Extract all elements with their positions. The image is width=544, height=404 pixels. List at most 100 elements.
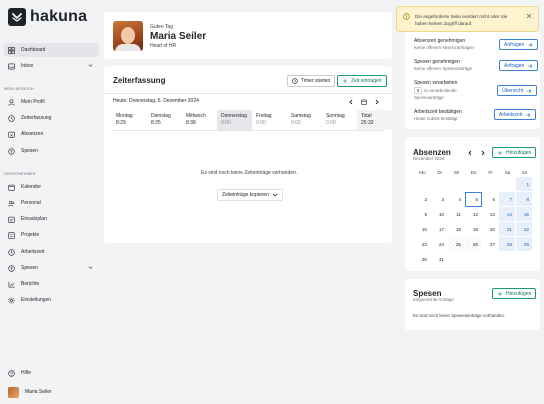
zeit-eintragen-button[interactable]: Zeit eintragen <box>337 75 387 87</box>
arbeitszeit-button[interactable]: Arbeitszeit <box>494 109 537 120</box>
sidebar-item-inbox[interactable]: Inbox <box>4 59 99 73</box>
calendar-day[interactable]: 13 <box>482 207 499 222</box>
calendar-day[interactable]: 10 <box>431 207 448 222</box>
absenz-hinzufuegen-button[interactable]: Hinzufügen <box>492 147 537 158</box>
calendar-day[interactable]: 15 <box>516 207 533 222</box>
zeit-eintragen-label: Zeit eintragen <box>351 78 382 84</box>
prev-month-button[interactable] <box>464 147 475 158</box>
copy-entries-button[interactable]: Zeiteinträge kopieren <box>217 189 283 201</box>
sidebar-item-label: Mein Profil <box>21 99 45 105</box>
calendar-day[interactable]: 6 <box>482 192 499 207</box>
day-friday[interactable]: Freitag 0:00 <box>252 110 287 130</box>
notice-text: Die angeforderte Seite existiert nicht o… <box>415 14 508 26</box>
absenzen-anfragen-button[interactable]: Anfragen <box>499 39 539 50</box>
next-week-button[interactable] <box>371 96 382 107</box>
calendar-empty-cell <box>499 177 516 192</box>
chevron-right-icon <box>481 150 485 155</box>
calendar-day[interactable]: 19 <box>465 222 482 237</box>
day-tuesday[interactable]: Dienstag 8:25 <box>147 110 182 130</box>
sidebar-item-berichte[interactable]: Berichte <box>4 277 99 291</box>
spesen-anfragen-button[interactable]: Anfragen <box>499 60 539 71</box>
sidebar-item-label: Einstellungen <box>21 297 52 303</box>
close-icon[interactable] <box>526 13 532 19</box>
sidebar-user[interactable]: Maria Seiler <box>4 385 99 399</box>
calendar-day[interactable]: 28 <box>499 237 516 252</box>
sidebar-item-dashboard[interactable]: Dashboard <box>4 43 99 57</box>
profile-role: Head of HR <box>150 43 177 49</box>
folder-icon <box>8 231 15 239</box>
calendar-day[interactable]: 27 <box>482 237 499 252</box>
calendar-empty-cell <box>516 252 533 267</box>
chart-icon <box>8 281 15 288</box>
sidebar-item-label: Projekte <box>21 232 40 238</box>
calendar-day[interactable]: 1 <box>516 177 533 192</box>
week-overview: Montag 8:29 Dienstag 8:25 Mittwoch 8:38 Don… <box>112 110 392 130</box>
next-month-button[interactable] <box>477 147 488 158</box>
weekday-label: Mo <box>419 170 426 175</box>
user-icon <box>8 98 15 106</box>
calendar-day[interactable]: 16 <box>414 222 431 237</box>
sidebar-item-spesen[interactable]: Spesen <box>4 144 99 158</box>
calendar-day[interactable]: 22 <box>516 222 533 237</box>
day-monday[interactable]: Montag 8:29 <box>112 110 147 130</box>
sidebar-item-kalender[interactable]: Kalender <box>4 180 99 194</box>
copy-entries-label: Zeiteinträge kopieren <box>222 192 269 198</box>
sidebar-item-arbeitszeit[interactable]: Arbeitszeit <box>4 245 99 259</box>
calendar-day[interactable]: 5 <box>465 192 482 207</box>
receipt-icon <box>8 264 15 272</box>
calendar-day[interactable]: 8 <box>516 192 533 207</box>
calendar-day[interactable]: 29 <box>516 237 533 252</box>
sidebar-item-einstellungen[interactable]: Einstellungen <box>4 293 99 307</box>
day-sunday[interactable]: Sonntag 0:00 <box>322 110 357 130</box>
calendar-day[interactable]: 30 <box>414 252 431 267</box>
chevron-down-icon[interactable] <box>88 265 93 270</box>
sidebar-item-label: Inbox <box>21 63 34 69</box>
divider <box>104 93 392 94</box>
calendar-day[interactable]: 17 <box>431 222 448 237</box>
sidebar-item-profile[interactable]: Mein Profil <box>4 95 99 109</box>
sidebar-item-label: Einsatzplan <box>21 216 47 222</box>
calendar-day[interactable]: 11 <box>448 207 465 222</box>
calendar-day[interactable]: 21 <box>499 222 516 237</box>
day-thursday[interactable]: Donnerstag 0:00 <box>217 110 252 130</box>
chevron-down-icon[interactable] <box>88 63 93 68</box>
sidebar-item-absenzen[interactable]: Absenzen <box>4 127 99 141</box>
avatar-face <box>121 27 135 44</box>
sidebar-item-personal[interactable]: Personal <box>4 196 99 210</box>
sidebar-item-spesen-company[interactable]: Spesen <box>4 261 99 275</box>
calendar-day[interactable]: 24 <box>431 237 448 252</box>
calendar-picker-button[interactable] <box>358 96 369 107</box>
calendar-day[interactable]: 20 <box>482 222 499 237</box>
calendar-empty-cell <box>448 177 465 192</box>
weekday-label: Do <box>470 170 477 175</box>
calendar-day[interactable]: 14 <box>499 207 516 222</box>
calendar-day[interactable]: 31 <box>431 252 448 267</box>
sidebar-item-einsatzplan[interactable]: Einsatzplan <box>4 212 99 226</box>
absenzen-month: Dezember 2024 <box>413 156 445 161</box>
calendar-day[interactable]: 23 <box>414 237 431 252</box>
calendar-day[interactable]: 3 <box>431 192 448 207</box>
sidebar-item-projekte[interactable]: Projekte <box>4 228 99 242</box>
day-hours: 0:00 <box>291 120 301 126</box>
day-name: Total <box>361 113 372 119</box>
calendar-day[interactable]: 7 <box>499 192 516 207</box>
calendar-day[interactable]: 2 <box>414 192 431 207</box>
day-name: Donnerstag <box>221 113 247 119</box>
calendar-day[interactable]: 18 <box>448 222 465 237</box>
calendar-day[interactable]: 12 <box>465 207 482 222</box>
calendar-day[interactable]: 4 <box>448 192 465 207</box>
calendar-day[interactable]: 9 <box>414 207 431 222</box>
inbox-icon <box>8 63 15 70</box>
calendar-day[interactable]: 25 <box>448 237 465 252</box>
prev-week-button[interactable] <box>345 96 356 107</box>
calendar-day[interactable]: 26 <box>465 237 482 252</box>
timer-start-button[interactable]: Timer starten <box>287 75 336 87</box>
app-logo[interactable]: hakuna <box>8 8 87 26</box>
spesen-hinzufuegen-button[interactable]: Hinzufügen <box>492 288 537 299</box>
sidebar-item-zeiterfassung[interactable]: Zeiterfassung <box>4 111 99 125</box>
chevron-left-icon <box>467 150 471 155</box>
uebersicht-button[interactable]: Übersicht <box>497 85 538 96</box>
day-wednesday[interactable]: Mittwoch 8:38 <box>182 110 217 130</box>
day-saturday[interactable]: Samstag 0:00 <box>287 110 322 130</box>
sidebar-item-help[interactable]: Hilfe <box>4 366 99 380</box>
